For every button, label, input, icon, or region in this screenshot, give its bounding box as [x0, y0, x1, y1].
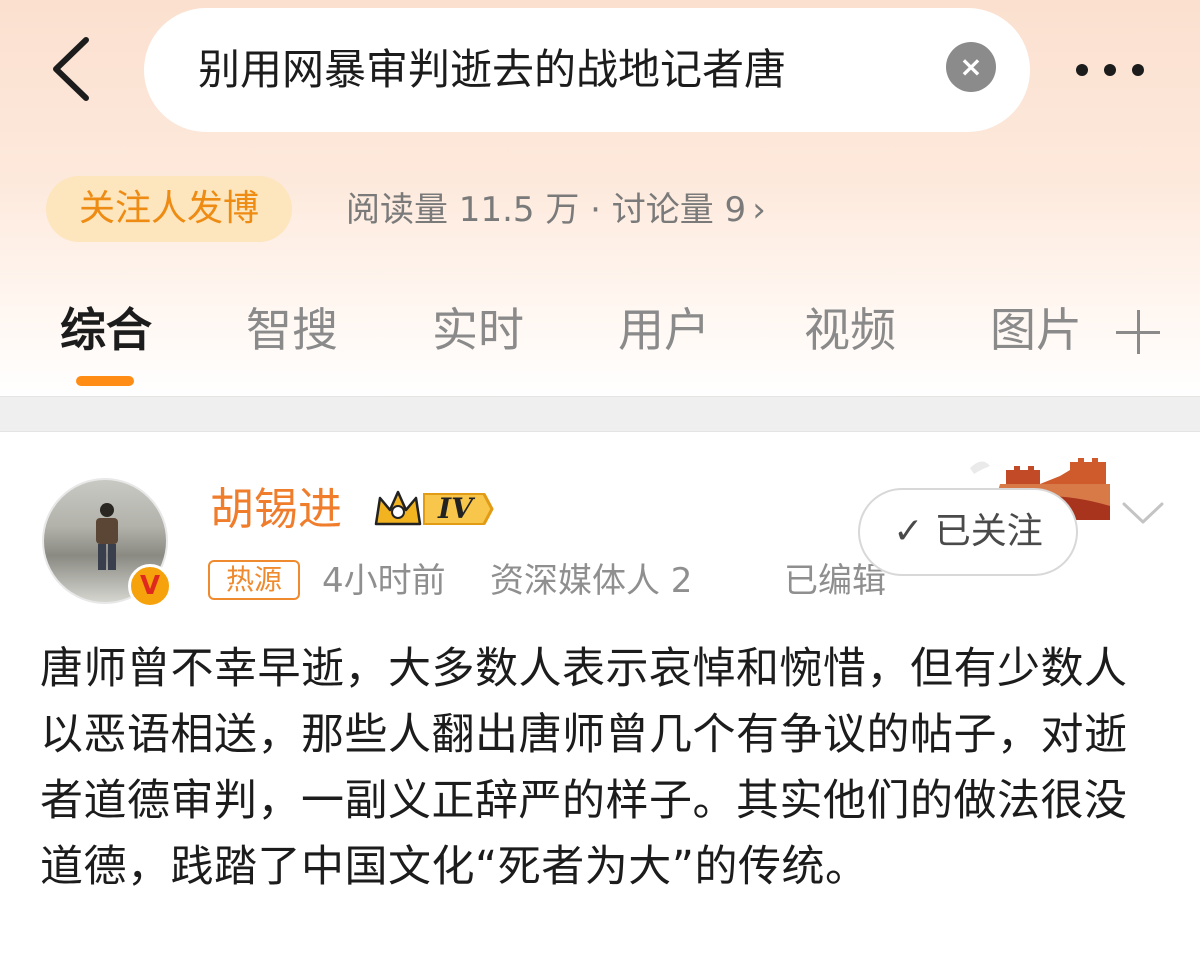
tab-bar: 综合 智搜 实时 用户 视频 图片: [0, 290, 1200, 390]
back-arrow-icon[interactable]: [44, 34, 104, 104]
tab-comprehensive[interactable]: 综合: [60, 290, 152, 370]
tab-smart-search[interactable]: 智搜: [246, 290, 338, 370]
add-tab-icon[interactable]: [1116, 310, 1160, 354]
section-divider: [0, 396, 1200, 432]
topic-stats[interactable]: 阅读量 11.5 万 · 讨论量 9 ›: [346, 182, 766, 238]
search-query-text[interactable]: 别用网暴审判逝去的战地记者唐: [198, 40, 898, 100]
search-box[interactable]: 别用网暴审判逝去的战地记者唐 ×: [144, 8, 1030, 132]
user-identity: 资深媒体人 2: [490, 561, 693, 601]
tab-users[interactable]: 用户: [618, 290, 710, 370]
chevron-down-icon[interactable]: [1118, 492, 1168, 532]
crown-icon: [374, 490, 494, 526]
crown-level-badge[interactable]: IV: [372, 486, 496, 532]
weibo-post-card[interactable]: V 胡锡进 IV 热源 4小时前 资深媒体人 2 已编辑 ✓ 已关注 唐师曾不幸…: [0, 432, 1200, 965]
chevron-right-icon: ›: [752, 190, 766, 230]
post-time: 4小时前: [322, 561, 446, 601]
active-tab-indicator: [76, 376, 134, 386]
hot-source-tag[interactable]: 热源: [208, 560, 300, 600]
user-name[interactable]: 胡锡进: [210, 480, 342, 540]
topic-stats-text: 阅读量 11.5 万 · 讨论量 9: [346, 190, 747, 230]
tab-videos[interactable]: 视频: [804, 290, 896, 370]
verified-badge-icon: V: [128, 564, 172, 608]
tab-images[interactable]: 图片: [990, 290, 1082, 370]
clear-search-icon[interactable]: ×: [946, 42, 996, 92]
level-badge-text: IV: [438, 492, 473, 525]
follow-posts-button[interactable]: 关注人发博: [46, 176, 292, 242]
more-options-icon[interactable]: [1070, 48, 1150, 92]
post-content-text[interactable]: 唐师曾不幸早逝，大多数人表示哀悼和惋惜，但有少数人以恶语相送，那些人翻出唐师曾几…: [40, 636, 1170, 900]
top-header: 别用网暴审判逝去的战地记者唐 × 关注人发博 阅读量 11.5 万 · 讨论量 …: [0, 0, 1200, 400]
tab-realtime[interactable]: 实时: [432, 290, 524, 370]
followed-button[interactable]: ✓ 已关注: [858, 488, 1078, 576]
avatar-person-figure: [96, 503, 118, 570]
